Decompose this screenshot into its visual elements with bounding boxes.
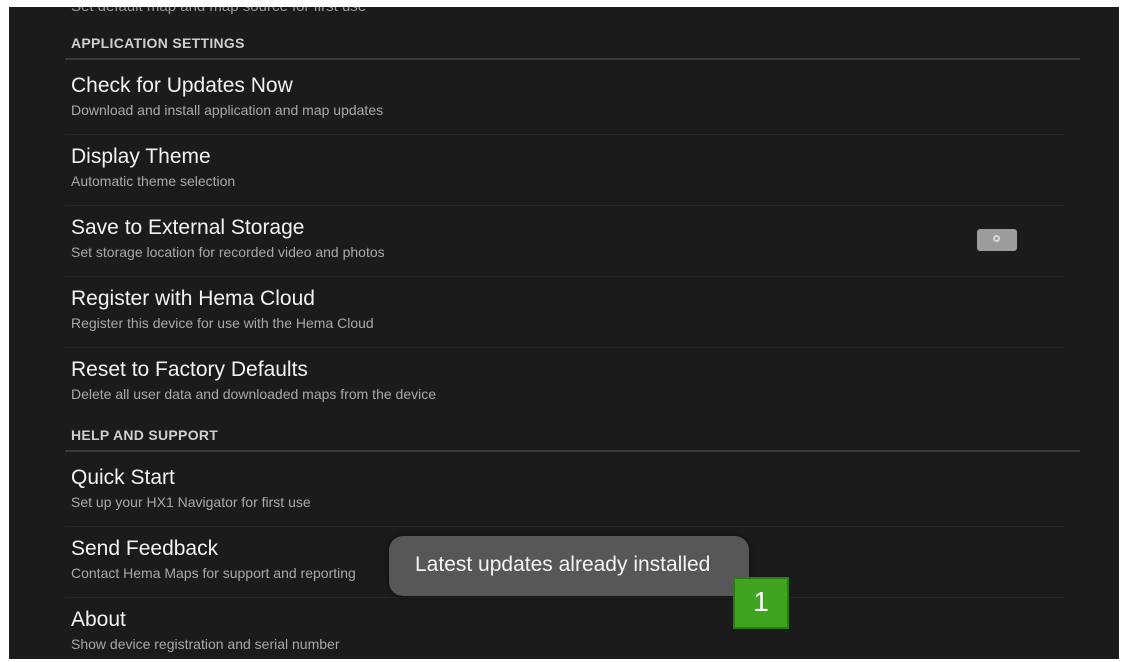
setting-quick-start[interactable]: Quick Start Set up your HX1 Navigator fo… [65, 466, 965, 532]
item-divider [65, 134, 1065, 135]
previous-item-summary: Set default map and map source for first… [71, 7, 366, 15]
setting-check-for-updates[interactable]: Check for Updates Now Download and insta… [65, 74, 965, 140]
section-header-help-and-support: HELP AND SUPPORT [71, 427, 219, 443]
setting-summary: Show device registration and serial numb… [71, 636, 340, 652]
item-divider [65, 347, 1065, 348]
toast-notification: Latest updates already installed [389, 536, 749, 596]
setting-summary: Delete all user data and downloaded maps… [71, 386, 436, 402]
setting-summary: Contact Hema Maps for support and report… [71, 565, 356, 581]
setting-title: Save to External Storage [71, 216, 305, 239]
setting-summary: Set up your HX1 Navigator for first use [71, 494, 311, 510]
item-divider [65, 276, 1065, 277]
setting-title: Display Theme [71, 145, 211, 168]
setting-reset-to-factory-defaults[interactable]: Reset to Factory Defaults Delete all use… [65, 358, 965, 424]
setting-save-to-external-storage[interactable]: Save to External Storage Set storage loc… [65, 216, 965, 282]
annotation-callout-badge: 1 [733, 577, 789, 629]
settings-screen: Set default map and map source for first… [9, 7, 1119, 659]
item-divider [65, 526, 1065, 527]
setting-title: Register with Hema Cloud [71, 287, 315, 310]
setting-title: Quick Start [71, 466, 175, 489]
setting-summary: Download and install application and map… [71, 102, 384, 118]
section-divider [65, 58, 1080, 60]
setting-title: Reset to Factory Defaults [71, 358, 308, 381]
section-header-application-settings: APPLICATION SETTINGS [71, 35, 245, 51]
setting-summary: Set storage location for recorded video … [71, 244, 385, 260]
item-divider [65, 597, 1065, 598]
toast-message: Latest updates already installed [415, 553, 711, 576]
item-divider [65, 205, 1065, 206]
setting-title: Check for Updates Now [71, 74, 293, 97]
setting-title: Send Feedback [71, 537, 219, 560]
camera-icon[interactable] [977, 229, 1017, 251]
setting-summary: Register this device for use with the He… [71, 315, 374, 331]
setting-about[interactable]: About Show device registration and seria… [65, 608, 965, 659]
setting-summary: Automatic theme selection [71, 173, 236, 189]
section-divider [65, 450, 1080, 452]
setting-register-with-hema-cloud[interactable]: Register with Hema Cloud Register this d… [65, 287, 965, 353]
setting-title: About [71, 608, 126, 631]
setting-display-theme[interactable]: Display Theme Automatic theme selection [65, 145, 965, 211]
